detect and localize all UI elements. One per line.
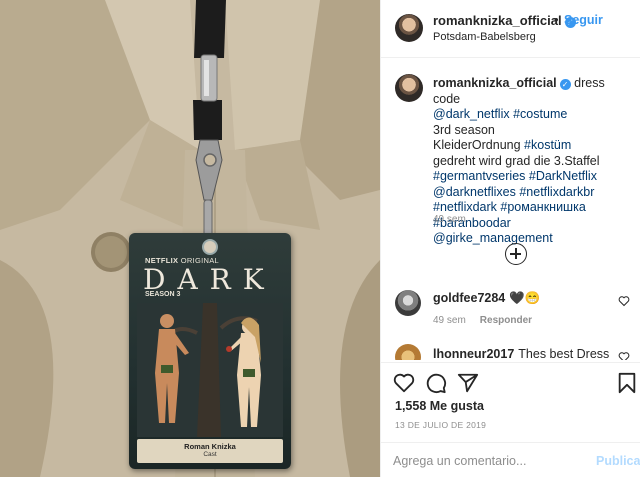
post-date[interactable]: 13 DE JULIO DE 2019 <box>395 420 486 430</box>
caption-line: KleiderOrdnung <box>433 138 521 152</box>
post-location[interactable]: Potsdam-Babelsberg <box>433 31 536 43</box>
caption-timestamp[interactable]: 49 sem <box>433 214 466 225</box>
comment-text: goldfee7284 🖤😁 <box>433 291 540 306</box>
comment-avatar[interactable] <box>395 290 421 316</box>
badge-role: Cast <box>203 451 217 458</box>
comment-icon[interactable] <box>425 372 447 394</box>
hashtag-links[interactable]: #germantvseries #DarkNetflix <box>433 169 597 183</box>
badge-name: Roman Knizka <box>184 442 236 451</box>
caption-line: gedreht wird grad die 3.Staffel <box>433 153 600 168</box>
caption-line: 3rd season <box>433 122 495 137</box>
hashtag-link[interactable]: #kostüm <box>524 138 571 152</box>
author-username[interactable]: romanknizka_official <box>433 13 562 28</box>
post-comment-button[interactable]: Publicar <box>596 454 640 468</box>
comment-item: lhonneur2017 Thes best Dress <box>381 340 640 360</box>
badge-hole <box>202 239 218 255</box>
hashtag-link[interactable]: #costume <box>513 107 567 121</box>
reply-button[interactable]: Responder <box>480 315 532 326</box>
share-icon[interactable] <box>457 372 479 394</box>
post-photo[interactable]: NETFLIX ORIGINAL DARK SEASON 3 Roman Kni… <box>0 0 380 477</box>
comment-like-heart-icon[interactable] <box>618 351 630 360</box>
likes-count[interactable]: 1,558 Me gusta <box>395 399 484 413</box>
add-comment-bar: Publicar <box>381 442 640 477</box>
adam-eve-artwork <box>137 303 283 437</box>
comment-avatar[interactable] <box>395 344 421 360</box>
comment-text: lhonneur2017 Thes best Dress <box>433 347 609 360</box>
follow-separator: • <box>554 12 559 27</box>
heart-icon[interactable] <box>393 372 415 394</box>
load-more-comments-icon[interactable] <box>505 243 527 265</box>
comment-body: Thes best Dress <box>518 347 610 360</box>
caption-username[interactable]: romanknizka_official <box>433 76 557 90</box>
post-sidebar: romanknizka_official ✓ • Seguir Potsdam-B… <box>380 0 640 477</box>
verified-badge-icon: ✓ <box>559 79 571 90</box>
hashtag-links[interactable]: #netflixdark #романкнишка <box>433 200 586 214</box>
comment-meta: 49 sem Responder <box>433 315 532 326</box>
caption-author-avatar[interactable] <box>395 74 423 102</box>
comment-username[interactable]: lhonneur2017 <box>433 347 514 360</box>
author-avatar[interactable] <box>395 14 423 42</box>
comment-body: 🖤😁 <box>509 291 541 305</box>
comment-like-heart-icon[interactable] <box>618 295 630 307</box>
lanyard-badge: NETFLIX ORIGINAL DARK SEASON 3 Roman Kni… <box>129 233 291 469</box>
comment-input[interactable] <box>393 451 583 471</box>
badge-season: SEASON 3 <box>145 291 181 298</box>
hashtag-links[interactable]: @darknetflixes #netflixdarkbr <box>433 185 594 199</box>
action-bar <box>381 362 640 402</box>
post-header: romanknizka_official ✓ • Seguir Potsdam-B… <box>381 0 640 58</box>
mention-link[interactable]: @dark_netflix <box>433 107 510 121</box>
comment-time[interactable]: 49 sem <box>433 315 466 326</box>
badge-nameplate: Roman Knizka Cast <box>137 439 283 463</box>
comment-username[interactable]: goldfee7284 <box>433 291 505 305</box>
follow-button[interactable]: Seguir <box>564 13 603 27</box>
bookmark-icon[interactable] <box>617 372 637 394</box>
